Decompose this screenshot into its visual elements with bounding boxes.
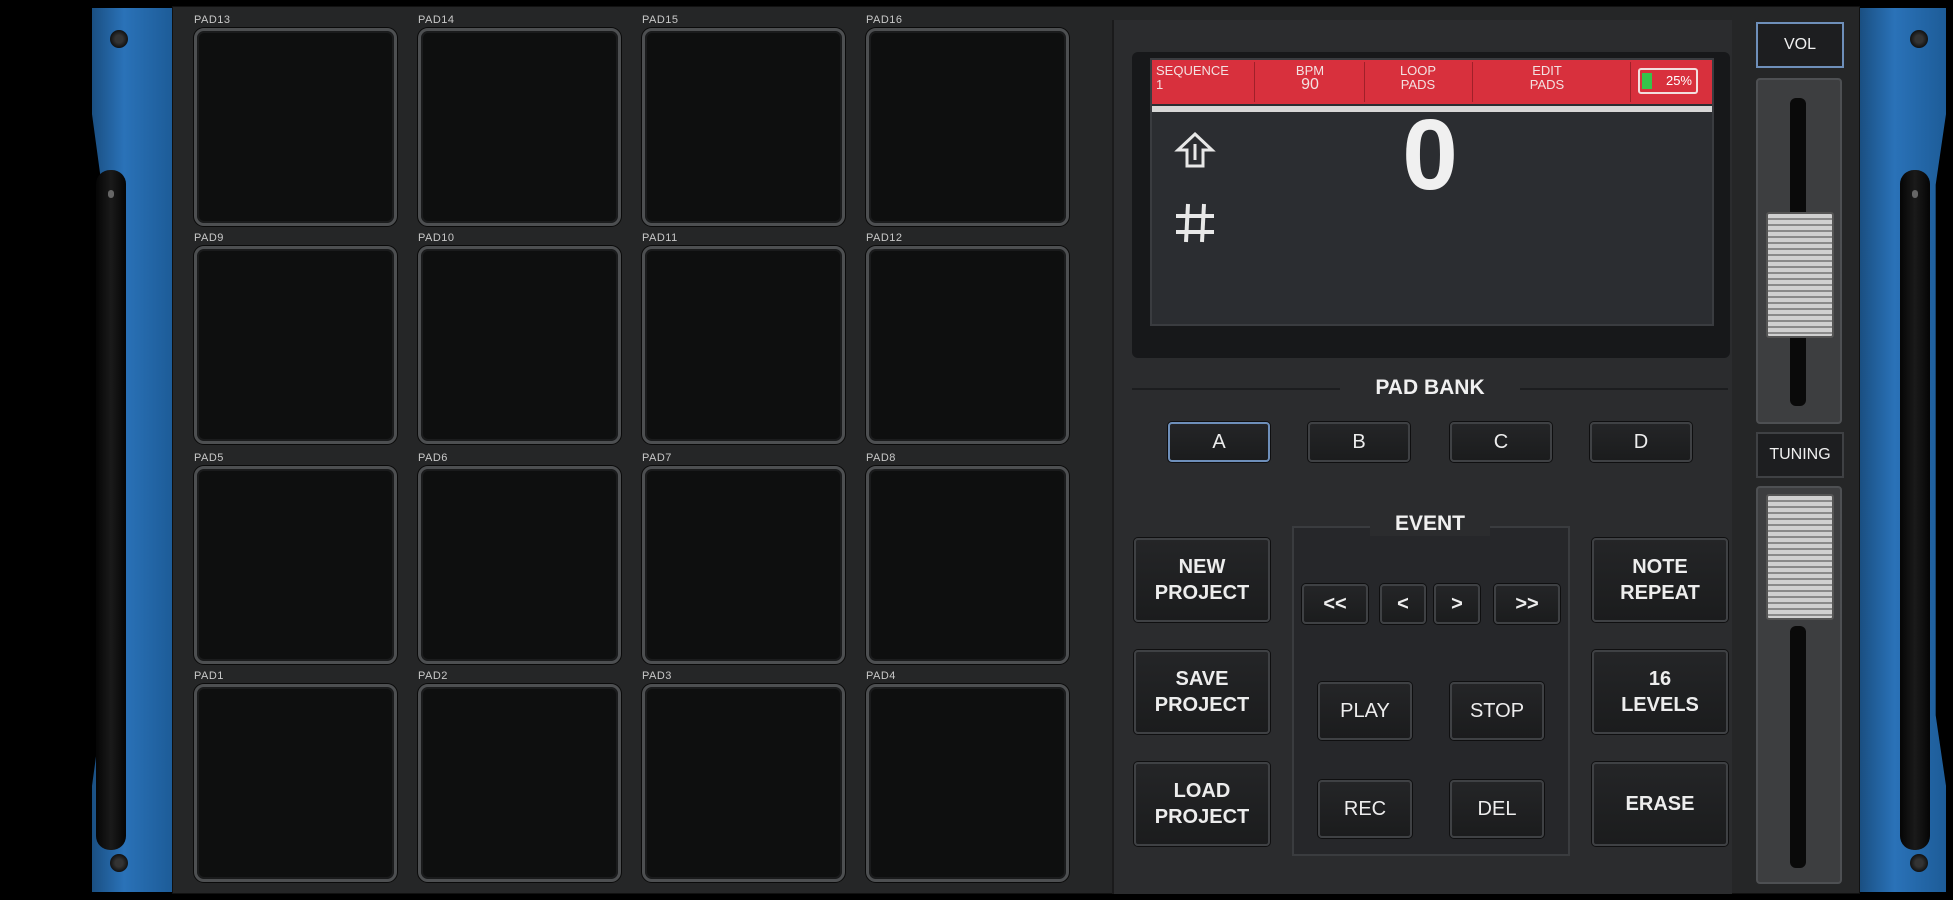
pad-label: PAD16 [866, 14, 903, 26]
battery-indicator: 25% [1638, 68, 1698, 94]
battery-fill [1642, 73, 1652, 89]
pad-label: PAD5 [194, 452, 224, 464]
bpm-value: 90 [1301, 76, 1319, 93]
pad-label: PAD4 [866, 670, 896, 682]
sequence-value: 1 [1156, 77, 1164, 92]
pad-label: PAD14 [418, 14, 455, 26]
battery-percent: 25% [1665, 73, 1692, 88]
pad-bank-title: PAD BANK [1340, 376, 1520, 400]
play-button[interactable]: PLAY [1318, 682, 1412, 740]
separator [1254, 62, 1255, 102]
drum-pad[interactable] [642, 466, 845, 664]
separator [1472, 62, 1473, 102]
screw-icon [110, 854, 128, 872]
drum-pad[interactable] [418, 684, 621, 882]
drum-pad[interactable] [642, 28, 845, 226]
counter-display: 0 [1402, 99, 1458, 211]
pad-label: PAD1 [194, 670, 224, 682]
new-project-button[interactable]: NEW PROJECT [1134, 538, 1270, 622]
pad-label: PAD10 [418, 232, 455, 244]
pad-label: PAD6 [418, 452, 448, 464]
note-repeat-button[interactable]: NOTE REPEAT [1592, 538, 1728, 622]
drum-pad[interactable] [866, 466, 1069, 664]
drum-pad[interactable] [194, 684, 397, 882]
pad-label: PAD11 [642, 232, 678, 244]
rec-button[interactable]: REC [1318, 780, 1412, 838]
drum-pad[interactable] [418, 466, 621, 664]
step-forward-button[interactable]: > [1434, 584, 1480, 624]
grid-hash-icon[interactable] [1172, 200, 1218, 246]
sixteen-levels-button[interactable]: 16 LEVELS [1592, 650, 1728, 734]
pad-label: PAD9 [194, 232, 224, 244]
up-arrow-icon[interactable] [1172, 130, 1218, 170]
drum-pad[interactable] [194, 28, 397, 226]
rewind-button[interactable]: << [1302, 584, 1368, 624]
separator [1364, 62, 1365, 102]
drum-pad[interactable] [194, 246, 397, 444]
tuning-label: TUNING [1756, 432, 1844, 478]
vol-label: VOL [1756, 22, 1844, 68]
step-back-button[interactable]: < [1380, 584, 1426, 624]
event-title: EVENT [1370, 512, 1490, 536]
volume-slider-knob[interactable] [1766, 212, 1834, 338]
pad-label: PAD8 [866, 452, 896, 464]
pad-label: PAD7 [642, 452, 672, 464]
stop-button[interactable]: STOP [1450, 682, 1544, 740]
drum-pad[interactable] [866, 28, 1069, 226]
tuning-slider-knob[interactable] [1766, 494, 1834, 620]
loop-pads-button[interactable]: LOOP PADS [1372, 64, 1464, 92]
drum-pad[interactable] [418, 28, 621, 226]
fast-forward-button[interactable]: >> [1494, 584, 1560, 624]
drum-pad[interactable] [194, 466, 397, 664]
drum-pad[interactable] [642, 246, 845, 444]
save-project-button[interactable]: SAVE PROJECT [1134, 650, 1270, 734]
sequence-stat[interactable]: SEQUENCE 1 [1152, 64, 1246, 92]
drum-pad[interactable] [866, 684, 1069, 882]
drum-pad[interactable] [866, 246, 1069, 444]
bank-a-button[interactable]: A [1168, 422, 1270, 462]
sequence-label: SEQUENCE [1156, 63, 1229, 78]
load-project-button[interactable]: LOAD PROJECT [1134, 762, 1270, 846]
bank-c-button[interactable]: C [1450, 422, 1552, 462]
delete-button[interactable]: DEL [1450, 780, 1544, 838]
pad-label: PAD12 [866, 232, 903, 244]
separator [1630, 62, 1631, 102]
drum-pad[interactable] [642, 684, 845, 882]
screw-icon [1910, 854, 1928, 872]
erase-button[interactable]: ERASE [1592, 762, 1728, 846]
screw-icon [1910, 30, 1928, 48]
bank-d-button[interactable]: D [1590, 422, 1692, 462]
pad-label: PAD15 [642, 14, 679, 26]
left-handle [96, 170, 126, 850]
tuning-slider-slot [1790, 626, 1806, 868]
right-handle [1900, 170, 1930, 850]
pad-label: PAD13 [194, 14, 231, 26]
screw-icon [110, 30, 128, 48]
drum-pad[interactable] [418, 246, 621, 444]
bpm-stat[interactable]: BPM 90 [1262, 64, 1358, 93]
bank-b-button[interactable]: B [1308, 422, 1410, 462]
edit-pads-button[interactable]: EDIT PADS [1500, 64, 1594, 92]
pad-label: PAD3 [642, 670, 672, 682]
pad-label: PAD2 [418, 670, 448, 682]
